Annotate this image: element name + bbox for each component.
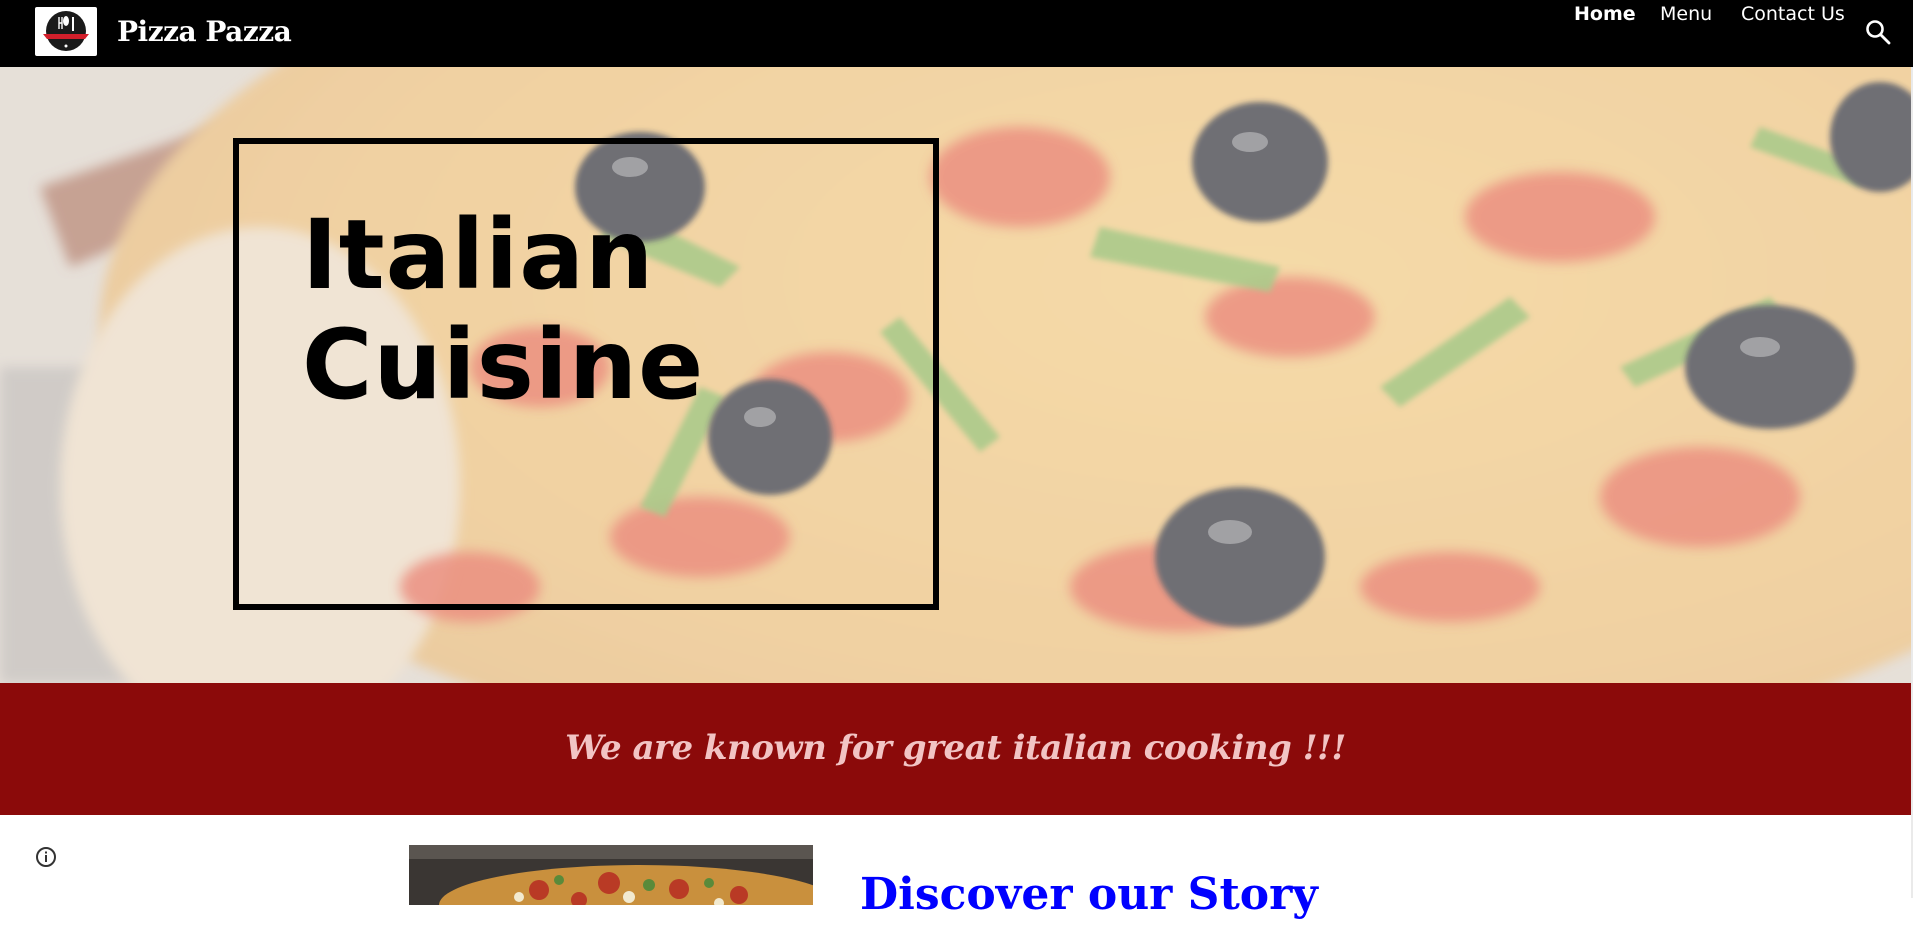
tagline-band: We are known for great italian cooking !… [0,683,1911,815]
hero-title: Italian Cuisine [302,200,704,420]
site-logo[interactable] [35,7,97,56]
tagline-text: We are known for great italian cooking !… [565,728,1346,768]
hero-title-line-1: Italian [302,199,655,311]
info-icon [36,847,56,867]
hero-banner: Italian Cuisine [0,67,1911,683]
hero-title-line-2: Cuisine [302,309,705,421]
nav-menu-link[interactable]: Menu [1660,0,1712,28]
logo-emblem-icon [43,11,89,51]
discover-our-story-heading[interactable]: Discover our Story [860,865,1318,925]
search-icon [1866,20,1891,45]
story-pizza-image [409,845,813,905]
top-navigation-bar: Pizza Pazza Home Menu Contact Us [0,0,1913,67]
pizza-oven-image [409,845,813,905]
site-title[interactable]: Pizza Pazza [117,12,292,52]
search-button[interactable] [1864,18,1892,46]
site-info-button[interactable] [34,845,58,869]
nav-contact-us-link[interactable]: Contact Us [1741,0,1845,28]
nav-home-link[interactable]: Home [1574,0,1636,28]
